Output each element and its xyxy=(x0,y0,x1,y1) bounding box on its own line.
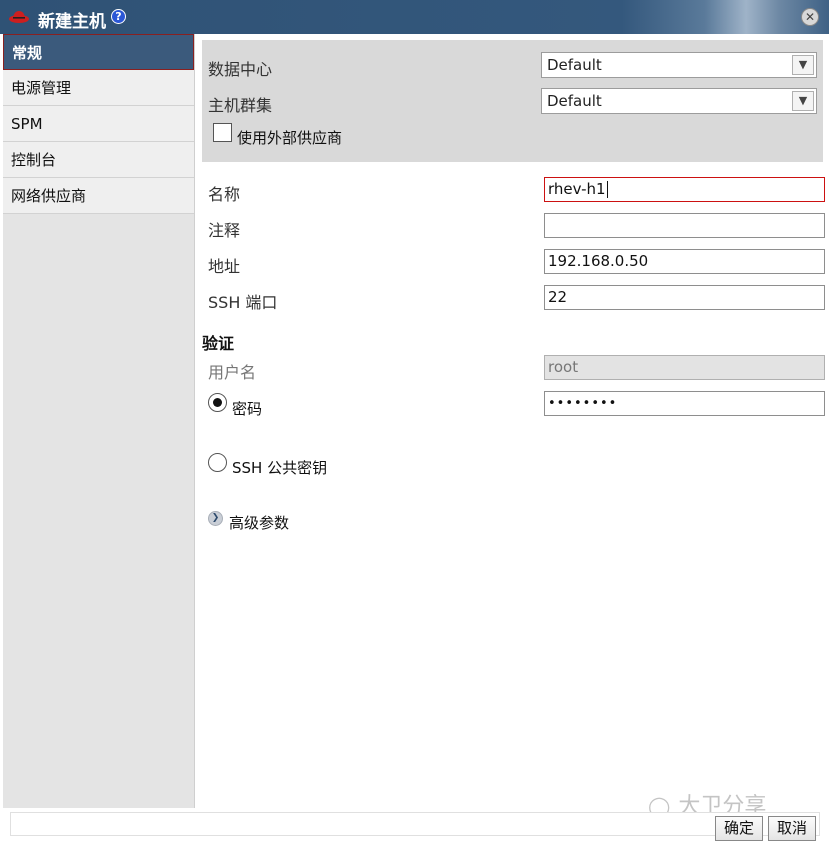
datacenter-label: 数据中心 xyxy=(208,60,273,79)
password-radio-label: 密码 xyxy=(232,400,263,418)
dialog-title: 新建主机 xyxy=(38,12,106,32)
name-input[interactable]: rhev-h1 xyxy=(544,177,825,202)
sidebar-item-general[interactable]: 常规 xyxy=(3,34,194,70)
address-input[interactable]: 192.168.0.50 xyxy=(544,249,825,274)
sidebar-item-network-provider[interactable]: 网络供应商 xyxy=(3,178,194,214)
text-caret xyxy=(606,181,608,198)
chevron-down-icon: ▼ xyxy=(792,91,814,111)
general-panel: 数据中心 Default ▼ 主机群集 Default ▼ 使用外部供应商 名称… xyxy=(196,34,829,808)
help-icon[interactable]: ? xyxy=(111,9,126,24)
external-provider-checkbox[interactable] xyxy=(213,123,232,142)
redhat-logo-icon xyxy=(9,11,29,23)
address-label: 地址 xyxy=(208,257,241,276)
ssh-port-label: SSH 端口 xyxy=(208,293,278,312)
cluster-value: Default xyxy=(547,92,602,110)
ssh-key-radio-label: SSH 公共密钥 xyxy=(232,459,328,477)
name-value: rhev-h1 xyxy=(548,180,606,198)
comment-input[interactable] xyxy=(544,213,825,238)
username-input: root xyxy=(544,355,825,380)
datacenter-value: Default xyxy=(547,56,602,74)
chevron-down-icon: ▼ xyxy=(792,55,814,75)
password-input[interactable]: •••••••• xyxy=(544,391,825,416)
radio-selected-dot xyxy=(213,398,222,407)
cancel-button[interactable]: 取消 xyxy=(768,816,816,841)
ssh-port-input[interactable]: 22 xyxy=(544,285,825,310)
cluster-select[interactable]: Default ▼ xyxy=(541,88,817,114)
datacenter-select[interactable]: Default ▼ xyxy=(541,52,817,78)
chevron-right-icon[interactable]: ❯ xyxy=(208,511,223,526)
advanced-parameters-toggle[interactable]: 高级参数 xyxy=(229,512,289,533)
ssh-key-radio[interactable] xyxy=(208,453,227,472)
external-provider-label: 使用外部供应商 xyxy=(237,129,343,147)
cluster-label: 主机群集 xyxy=(208,96,273,115)
sidebar-item-spm[interactable]: SPM xyxy=(3,106,194,142)
username-label: 用户名 xyxy=(208,363,257,382)
close-icon[interactable]: ✕ xyxy=(801,8,819,26)
sidebar-item-console[interactable]: 控制台 xyxy=(3,142,194,178)
name-label: 名称 xyxy=(208,185,241,204)
comment-label: 注释 xyxy=(208,221,241,240)
sidebar-item-power-management[interactable]: 电源管理 xyxy=(3,70,194,106)
dialog-sidebar: 常规 电源管理 SPM 控制台 网络供应商 xyxy=(3,34,195,808)
dialog-footer-bar xyxy=(10,812,820,836)
password-radio[interactable] xyxy=(208,393,227,412)
dialog-titlebar: 新建主机 ? ✕ xyxy=(0,0,829,34)
authentication-section-title: 验证 xyxy=(202,334,235,353)
ok-button[interactable]: 确定 xyxy=(715,816,763,841)
